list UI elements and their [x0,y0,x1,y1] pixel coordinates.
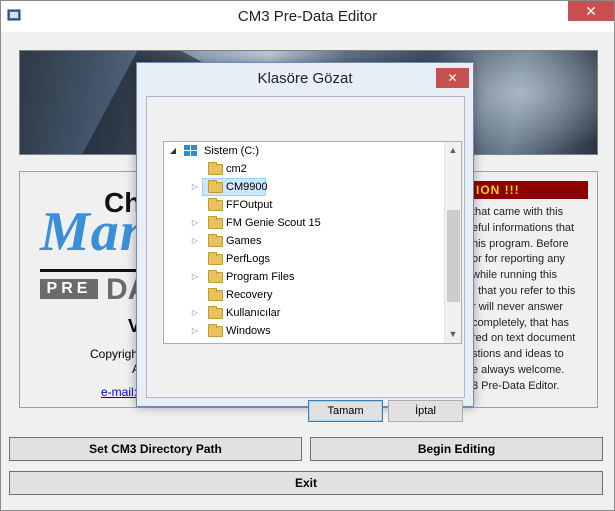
notice-line: eful informations that [472,221,575,234]
dialog-body: ◢ Sistem (C:) cm2 ▷ CM9900 FFOutput ▷ FM… [146,96,465,422]
tree-item[interactable]: PerfLogs [186,250,426,268]
tree-item-label: PerfLogs [226,253,271,265]
logo-divider [40,269,150,272]
folder-icon [208,324,223,337]
attention-banner: ION !!! [472,181,588,199]
tree-item-label: FFOutput [226,199,273,211]
expand-caret-icon[interactable]: ▷ [190,214,200,232]
dialog-title: Klasöre Gözat [257,70,353,87]
tree-item-label: Kullanıcılar [226,307,281,319]
copyright-label: Copyright [90,347,142,361]
tree-scrollbar[interactable]: ▲ ▼ [444,142,461,343]
scroll-thumb[interactable] [447,210,460,302]
notice-line: 3 Pre-Data Editor. [472,379,560,392]
browse-folder-dialog: Klasöre Gözat ✕ ◢ Sistem (C:) cm2 ▷ CM99… [136,62,474,422]
tree-item[interactable]: ▷ Windows [186,322,426,340]
tree-item-label: Games [226,235,262,247]
cancel-button[interactable]: İptal [388,400,463,422]
tree-item-label: Program Files [226,271,295,283]
folder-icon [208,306,223,319]
close-button[interactable]: ✕ [568,1,614,21]
notice-line: red on text document [472,332,576,345]
tree-item-label: CM9900 [226,181,268,193]
exit-button[interactable]: Exit [9,471,603,495]
scroll-down-icon[interactable]: ▼ [445,326,461,343]
folder-icon [208,180,223,193]
set-directory-button[interactable]: Set CM3 Directory Path [9,437,302,461]
notice-line: I that you refer to this [472,284,576,297]
tree-item-label: Sistem (C:) [204,145,259,157]
title-bar[interactable]: CM3 Pre-Data Editor ✕ [1,1,614,32]
tree-root-item[interactable]: ◢ Sistem (C:) [168,142,428,160]
tree-item-label: Windows [226,325,271,337]
folder-icon [208,162,223,175]
drive-icon [184,145,198,157]
tree-item[interactable]: ▷ Games [186,232,426,250]
tree-item[interactable]: ▷ Kullanıcılar [186,304,426,322]
folder-icon [208,216,223,229]
tree-item-label: cm2 [226,163,247,175]
expand-caret-icon[interactable]: ▷ [190,232,200,250]
folder-icon [208,198,223,211]
scroll-up-icon[interactable]: ▲ [445,142,461,159]
window-title: CM3 Pre-Data Editor [237,8,378,25]
folder-icon [208,234,223,247]
tree-item[interactable]: ▷ Program Files [186,268,426,286]
notice-text: that came with this eful informations th… [472,205,598,395]
tree-item-label: Recovery [226,289,273,301]
tree-item[interactable]: cm2 [186,160,426,178]
folder-icon [208,252,223,265]
expand-caret-icon[interactable]: ▷ [190,304,200,322]
notice-line: stions and ideas to [472,348,564,361]
expand-caret-icon[interactable]: ▷ [190,178,200,196]
email-link[interactable]: e-mail: [101,385,137,399]
tree-item[interactable]: ▷ CM9900 [186,178,426,196]
notice-line: e always welcome. [472,363,565,376]
folder-icon [208,288,223,301]
notice-line: or for reporting any [472,253,565,266]
tree-item[interactable]: FFOutput [186,196,426,214]
collapse-caret-icon[interactable]: ◢ [168,142,178,160]
expand-caret-icon[interactable]: ▷ [190,268,200,286]
begin-editing-button[interactable]: Begin Editing [310,437,603,461]
ok-button[interactable]: Tamam [308,400,383,422]
notice-line: r will never answer [472,300,564,313]
folder-icon [208,270,223,283]
notice-line: completely, that has [472,316,570,329]
notice-line: that came with this [472,206,564,218]
tree-item[interactable]: Recovery [186,286,426,304]
tree-item-label: FM Genie Scout 15 [226,217,321,229]
folder-tree[interactable]: ◢ Sistem (C:) cm2 ▷ CM9900 FFOutput ▷ FM… [163,141,462,344]
expand-caret-icon[interactable]: ▷ [190,322,200,340]
dialog-close-button[interactable]: ✕ [436,68,469,88]
tree-item[interactable]: ▷ FM Genie Scout 15 [186,214,426,232]
pre-label: PRE [40,279,98,299]
notice-line: his program. Before [472,237,569,250]
notice-line: while running this [472,269,557,282]
